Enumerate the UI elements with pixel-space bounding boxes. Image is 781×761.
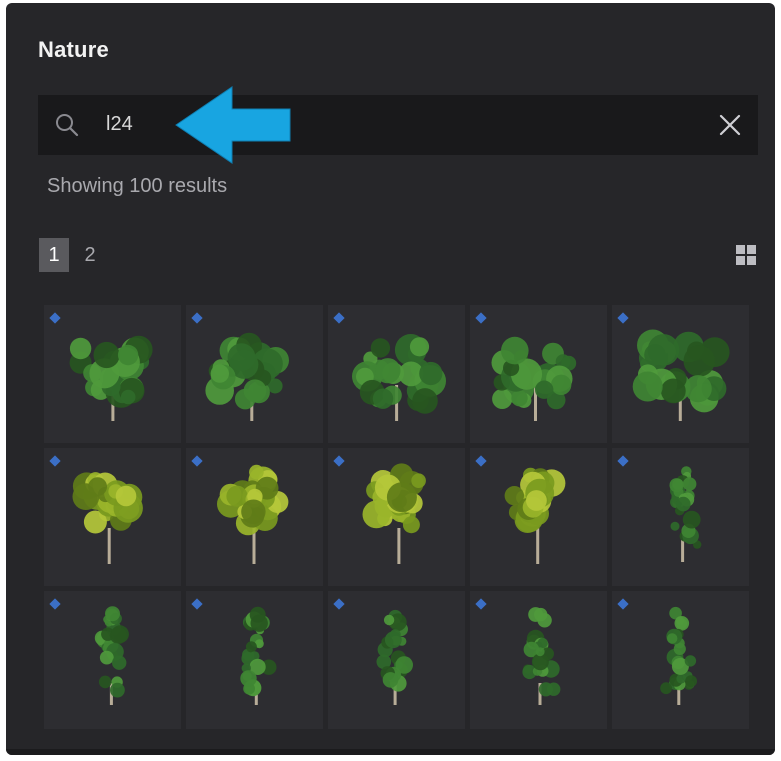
- tree-thumbnail-icon: [660, 606, 697, 705]
- page-1-button[interactable]: 1: [39, 238, 69, 272]
- panel-footer: [6, 749, 775, 755]
- arrow-left-icon: [175, 86, 291, 164]
- tree-thumbnail-icon: [205, 332, 289, 421]
- tree-thumbnail-icon: [376, 609, 413, 705]
- asset-thumbnail[interactable]: [328, 448, 465, 586]
- asset-thumbnail[interactable]: [328, 591, 465, 729]
- nature-panel: Nature Showing 100 results 1 2: [6, 3, 775, 755]
- asset-thumbnail[interactable]: [44, 591, 181, 729]
- tree-thumbnail-icon: [69, 335, 153, 421]
- asset-thumbnail[interactable]: [612, 448, 749, 586]
- asset-thumbnail[interactable]: [186, 305, 323, 443]
- asset-thumbnail[interactable]: [470, 591, 607, 729]
- asset-thumbnail[interactable]: [44, 448, 181, 586]
- asset-thumbnail[interactable]: [470, 448, 607, 586]
- asset-thumbnail[interactable]: [328, 305, 465, 443]
- tree-thumbnail-icon: [632, 329, 730, 421]
- tree-thumbnail-icon: [352, 334, 446, 421]
- close-icon[interactable]: [716, 111, 744, 139]
- search-bar[interactable]: [38, 95, 758, 155]
- page-2-button[interactable]: 2: [75, 238, 105, 272]
- asset-thumbnail[interactable]: [186, 591, 323, 729]
- tree-thumbnail-icon: [72, 472, 143, 564]
- tree-thumbnail-icon: [94, 606, 129, 705]
- search-icon: [56, 114, 79, 137]
- asset-thumbnail[interactable]: [612, 591, 749, 729]
- tree-thumbnail-icon: [491, 336, 577, 421]
- tree-thumbnail-icon: [522, 607, 561, 705]
- panel-title: Nature: [38, 37, 109, 62]
- tree-thumbnail-icon: [217, 464, 289, 564]
- asset-thumbnail[interactable]: [186, 448, 323, 586]
- asset-thumbnail[interactable]: [612, 305, 749, 443]
- tree-thumbnail-icon: [362, 463, 426, 564]
- tree-thumbnail-icon: [669, 466, 702, 562]
- asset-grid: [44, 305, 749, 729]
- tree-thumbnail-icon: [240, 606, 277, 705]
- pagination: 1 2: [39, 238, 111, 272]
- asset-thumbnail[interactable]: [470, 305, 607, 443]
- results-count: Showing 100 results: [47, 175, 228, 197]
- asset-thumbnail[interactable]: [44, 305, 181, 443]
- tree-thumbnail-icon: [504, 467, 566, 564]
- grid-view-icon[interactable]: [735, 244, 757, 266]
